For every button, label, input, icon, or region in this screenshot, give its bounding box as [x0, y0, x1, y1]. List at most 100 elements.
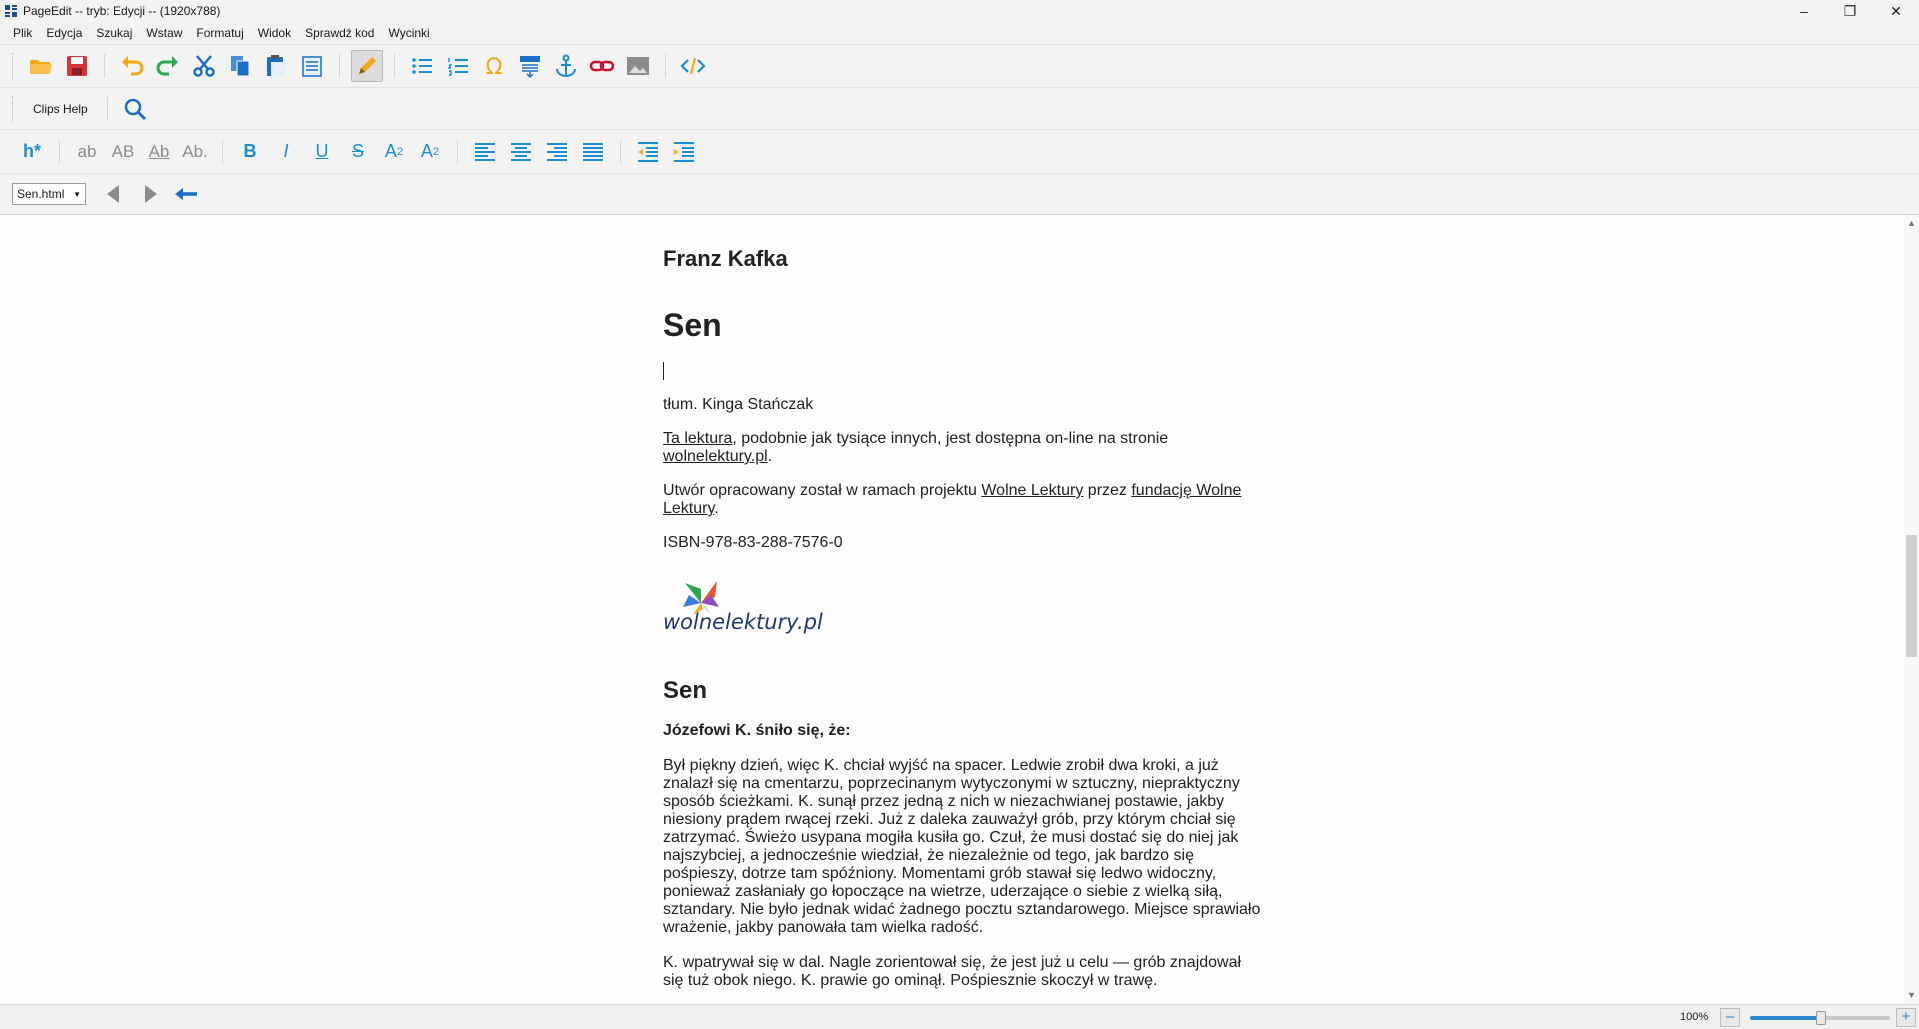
special-char-button[interactable]: Ω [478, 50, 510, 82]
close-button[interactable]: ✕ [1873, 0, 1919, 22]
availability-paragraph: Ta lektura, podobnie jak tysiące innych,… [663, 430, 1263, 466]
titlecase-button[interactable]: Ab [141, 136, 177, 168]
zoom-out-button[interactable]: – [1720, 1008, 1740, 1027]
chevron-down-icon: ▼ [73, 189, 81, 199]
bold-button[interactable]: B [232, 136, 268, 168]
scroll-up-icon[interactable]: ▲ [1907, 218, 1916, 228]
menu-formatuj[interactable]: Formatuj [189, 26, 250, 40]
scrollbar-thumb[interactable] [1906, 535, 1917, 657]
project-paragraph: Utwór opracowany został w ramach projekt… [663, 482, 1263, 518]
logo-text: wolnelektury.pl [663, 610, 823, 634]
numbered-list-button[interactable] [442, 50, 474, 82]
edit-mode-button[interactable] [351, 50, 383, 82]
wolne-lektury-link[interactable]: Wolne Lektury [981, 482, 1083, 499]
subscript-mark: 2 [396, 145, 404, 158]
insert-image-button[interactable] [622, 50, 654, 82]
wolnelektury-link[interactable]: wolnelektury.pl [663, 448, 768, 465]
clips-toolbar: Clips Help [0, 87, 1919, 129]
zoom-level: 100% [1680, 1011, 1709, 1023]
code-view-button[interactable] [677, 50, 709, 82]
heading-button[interactable]: h* [14, 136, 50, 168]
text-cursor [663, 362, 664, 380]
menu-szukaj[interactable]: Szukaj [89, 26, 139, 40]
underline-button[interactable]: U [304, 136, 340, 168]
svg-text:Ω: Ω [486, 55, 503, 79]
code-icon [680, 57, 706, 75]
clips-help-button[interactable]: Clips Help [23, 102, 98, 116]
zoom-slider[interactable] [1750, 1011, 1890, 1025]
subscript-button[interactable]: A2 [376, 136, 412, 168]
lektura-link[interactable]: Ta lektura [663, 430, 732, 447]
menu-widok[interactable]: Widok [251, 26, 298, 40]
omega-icon: Ω [486, 55, 503, 79]
lowercase-button[interactable]: ab [69, 136, 105, 168]
folder-open-icon [30, 60, 52, 74]
strike-label: S [351, 141, 364, 161]
cut-button[interactable] [188, 50, 220, 82]
paste-button[interactable] [260, 50, 292, 82]
menu-wycinki[interactable]: Wycinki [381, 26, 436, 40]
go-back-link-button[interactable] [170, 178, 202, 210]
zoom-slider-handle[interactable] [1816, 1011, 1826, 1025]
toolbar-separator [665, 54, 666, 78]
menu-edycja[interactable]: Edycja [39, 26, 89, 40]
insert-link-button[interactable] [586, 50, 618, 82]
align-right-icon [547, 142, 567, 161]
triangle-right-icon [145, 185, 157, 203]
zoom-slider-fill [1750, 1016, 1820, 1020]
status-bar: 100% – + [0, 1004, 1919, 1029]
document-content[interactable]: Franz Kafka Sen tłum. Kinga Stańczak Ta … [663, 215, 1263, 990]
italic-button[interactable]: I [268, 136, 304, 168]
forward-button[interactable] [134, 178, 166, 210]
align-left-button[interactable] [469, 136, 501, 168]
paste-special-button[interactable] [296, 50, 328, 82]
copy-button[interactable] [224, 50, 256, 82]
save-icon [67, 56, 87, 76]
subscript-label: A [384, 141, 397, 161]
insert-table-button[interactable] [514, 50, 546, 82]
toolbar-grip[interactable] [12, 95, 15, 122]
bold-label: B [243, 141, 257, 161]
uppercase-button[interactable]: AB [105, 136, 141, 168]
project-end: . [714, 500, 719, 517]
vertical-scrollbar[interactable]: ▲ ▼ [1904, 215, 1919, 1004]
italic-label: I [283, 141, 289, 161]
file-select[interactable]: Sen.html ▼ [12, 183, 86, 205]
redo-button[interactable] [152, 50, 184, 82]
save-button[interactable] [61, 50, 93, 82]
toolbar-separator [339, 54, 340, 78]
align-center-button[interactable] [505, 136, 537, 168]
triangle-left-icon [107, 185, 119, 203]
main-toolbar: Ω [0, 44, 1919, 87]
increase-indent-button[interactable] [668, 136, 700, 168]
navigation-toolbar: Sen.html ▼ [0, 173, 1919, 215]
justify-button[interactable] [577, 136, 609, 168]
search-button[interactable] [119, 93, 151, 125]
bullet-list-icon [412, 58, 432, 74]
lowercase-label: ab [77, 141, 97, 161]
toolbar-grip[interactable] [12, 53, 15, 79]
format-toolbar: h* ab AB Ab Ab. B I U S A2 A2 [0, 129, 1919, 173]
toolbar-separator [394, 54, 395, 78]
strikethrough-button[interactable]: S [340, 136, 376, 168]
maximize-button[interactable]: ❐ [1827, 0, 1873, 22]
undo-button[interactable] [116, 50, 148, 82]
editor-area[interactable]: Franz Kafka Sen tłum. Kinga Stańczak Ta … [0, 215, 1904, 1004]
scroll-down-icon[interactable]: ▼ [1907, 990, 1916, 1000]
insert-anchor-button[interactable] [550, 50, 582, 82]
bullet-list-button[interactable] [406, 50, 438, 82]
menu-sprawdz-kod[interactable]: Sprawdź kod [298, 26, 381, 40]
back-button[interactable] [98, 178, 130, 210]
justify-icon [583, 142, 603, 161]
sentencecase-button[interactable]: Ab. [177, 136, 213, 168]
align-right-button[interactable] [541, 136, 573, 168]
minimize-button[interactable]: – [1781, 0, 1827, 22]
menu-plik[interactable]: Plik [6, 26, 39, 40]
open-button[interactable] [25, 50, 57, 82]
menu-wstaw[interactable]: Wstaw [139, 26, 189, 40]
numbered-list-icon [447, 58, 468, 76]
superscript-button[interactable]: A2 [412, 136, 448, 168]
decrease-indent-button[interactable] [632, 136, 664, 168]
zoom-in-button[interactable]: + [1896, 1008, 1916, 1027]
copy-icon [231, 56, 250, 77]
